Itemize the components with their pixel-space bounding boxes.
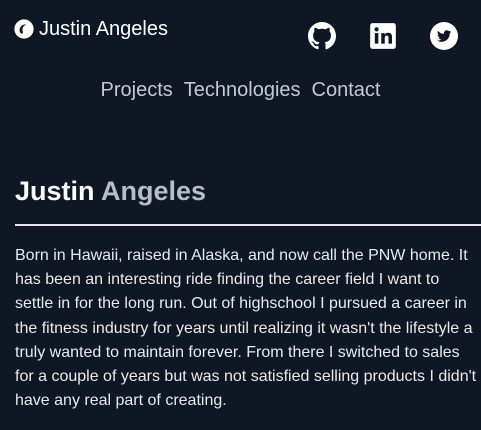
github-link[interactable] xyxy=(308,22,336,50)
title-last-name: Angeles xyxy=(101,176,207,206)
main-nav: Projects Technologies Contact xyxy=(0,78,481,102)
nav-projects[interactable]: Projects xyxy=(101,78,173,102)
circle-swirl-icon xyxy=(13,18,35,40)
title-first-name: Justin xyxy=(15,176,95,206)
github-icon xyxy=(308,22,336,50)
linkedin-icon xyxy=(369,22,397,50)
twitter-link[interactable] xyxy=(430,22,458,50)
page-title: Justin Angeles xyxy=(15,174,206,208)
bio-paragraph: Born in Hawaii, raised in Alaska, and no… xyxy=(15,247,477,410)
brand-name: Justin Angeles xyxy=(39,18,168,40)
nav-contact[interactable]: Contact xyxy=(312,78,381,102)
nav-technologies[interactable]: Technologies xyxy=(184,78,301,102)
linkedin-link[interactable] xyxy=(369,22,397,50)
title-divider xyxy=(15,224,481,226)
brand-link[interactable]: Justin Angeles xyxy=(13,17,168,41)
twitter-icon xyxy=(430,22,458,50)
site-header: Justin Angeles xyxy=(0,0,481,70)
